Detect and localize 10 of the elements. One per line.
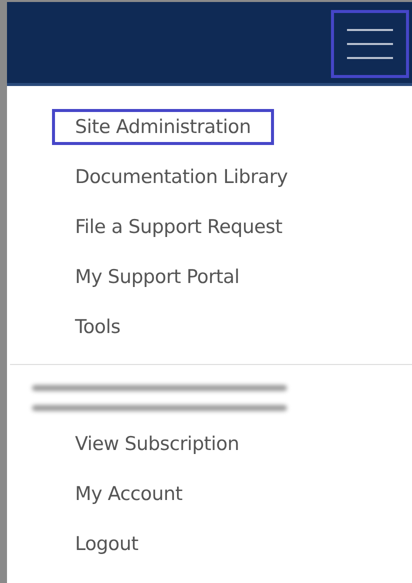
- menu-item[interactable]: My Support Portal: [52, 259, 262, 295]
- menu-button[interactable]: [331, 10, 409, 78]
- menu-item[interactable]: File a Support Request: [52, 209, 306, 245]
- menu-item[interactable]: Documentation Library: [52, 159, 311, 195]
- menu-item[interactable]: Site Administration: [52, 109, 274, 145]
- menu-item[interactable]: Logout: [52, 526, 162, 562]
- menu-item[interactable]: Tools: [52, 309, 144, 345]
- menu-item[interactable]: My Account: [52, 476, 206, 512]
- menu-icon: [347, 27, 393, 61]
- menu-item[interactable]: View Subscription: [52, 426, 262, 462]
